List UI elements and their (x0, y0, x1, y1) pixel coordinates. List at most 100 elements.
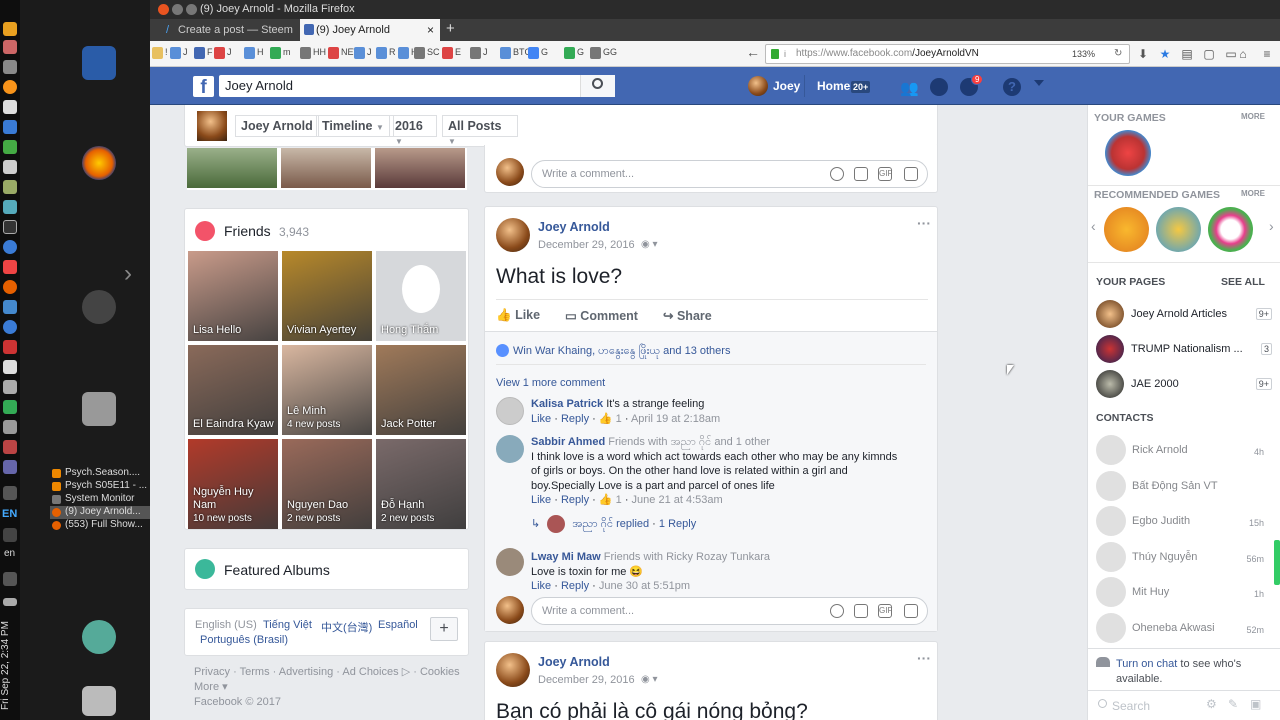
comment-input[interactable]: Write a comment... GIF (531, 597, 928, 625)
help-icon[interactable]: ? (1003, 78, 1021, 96)
language-link[interactable]: Tiếng Việt (263, 619, 312, 631)
app-icon[interactable] (3, 420, 17, 434)
bookmark-item[interactable]: J (227, 47, 232, 61)
back-button[interactable]: ← (746, 44, 760, 60)
search-input[interactable]: Joey Arnold (219, 75, 615, 97)
chevron-left-icon[interactable]: ‹ (1091, 218, 1096, 234)
view-more-comments[interactable]: View 1 more comment (496, 377, 605, 389)
friend-tile[interactable]: Hong Thắm (376, 251, 466, 341)
page-item[interactable]: Joey Arnold Articles 9+ (1096, 300, 1276, 328)
task-item[interactable]: Psych S05E11 - ... (50, 480, 150, 493)
chromium-icon[interactable] (3, 320, 17, 334)
camera-icon[interactable] (854, 167, 868, 181)
commenter-avatar[interactable] (496, 435, 524, 463)
camera-icon[interactable] (854, 604, 868, 618)
facebook-logo[interactable]: f (193, 76, 214, 98)
sticker-icon[interactable] (904, 167, 918, 181)
language-link[interactable]: 中文(台灣) (321, 619, 372, 635)
bookmark-item[interactable]: ! (165, 47, 168, 61)
chat-settings-icon[interactable]: ⚙ (1206, 697, 1217, 711)
search-button[interactable] (580, 75, 615, 97)
contact-item[interactable]: Mit Huy 1h (1096, 577, 1276, 607)
contact-item[interactable]: Thúy Nguyễn 56m (1096, 541, 1276, 572)
lang-indicator[interactable]: en (4, 548, 15, 559)
post-date[interactable]: December 29, 2016 (538, 239, 635, 251)
candy-crush-icon[interactable] (1105, 130, 1151, 176)
menu-icon[interactable]: ≡ (1260, 47, 1274, 61)
reactions-summary[interactable]: Win War Khaing, ဟနွေးနွေ ဖြိုးယု and 13 … (513, 344, 730, 360)
comment-button[interactable]: ▭ Comment (565, 308, 638, 323)
recommended-more-link[interactable]: MORE (1241, 189, 1265, 198)
post-options-icon[interactable]: ··· (917, 650, 931, 666)
app-icon[interactable] (3, 360, 17, 374)
tab-facebook[interactable]: (9) Joey Arnold × (300, 19, 440, 41)
gif-icon[interactable]: GIF (878, 167, 892, 181)
app-icon[interactable] (3, 140, 17, 154)
new-tab-button[interactable]: + (446, 20, 455, 37)
comment-author[interactable]: Lway Mi Maw (531, 551, 601, 563)
app-icon[interactable] (3, 460, 17, 474)
contact-item[interactable]: Egbo Judith 15h (1096, 506, 1276, 536)
page-item[interactable]: JAE 2000 9+ (1096, 370, 1276, 398)
zoom-level[interactable]: 133% (1072, 45, 1095, 63)
language-link[interactable]: Português (Brasil) (200, 634, 288, 646)
bookmark-star-icon[interactable]: ★ (1158, 47, 1172, 61)
app-icon[interactable] (3, 280, 17, 294)
contact-item[interactable]: Rick Arnold 4h (1096, 435, 1276, 465)
games-more-link[interactable]: MORE (1241, 112, 1265, 121)
app-icon[interactable] (3, 22, 17, 36)
game-icon[interactable] (1156, 207, 1201, 252)
app-icon[interactable] (3, 340, 17, 354)
share-button[interactable]: ↪ Share (663, 308, 712, 323)
comment-reply[interactable]: Reply (561, 413, 589, 425)
url-bar[interactable]: i https://www.facebook.com/JoeyArnoldVN … (765, 44, 1130, 64)
comment-reply[interactable]: Reply (561, 580, 589, 592)
game-icon[interactable] (1208, 207, 1253, 252)
game-icon[interactable] (1104, 207, 1149, 252)
timeline-dropdown[interactable]: Timeline ▼ (316, 115, 394, 137)
like-button[interactable]: 👍 Like (496, 308, 540, 323)
emoji-icon[interactable] (830, 604, 844, 618)
volume-icon[interactable] (3, 572, 17, 586)
ubuntu-icon[interactable] (82, 290, 116, 324)
albums-title[interactable]: Featured Albums (224, 562, 330, 578)
comment-time[interactable]: April 19 at 2:18am (631, 413, 720, 425)
friend-tile[interactable]: Vivian Ayertey (282, 251, 372, 341)
app-icon[interactable] (3, 100, 17, 114)
comment-time[interactable]: June 30 at 5:51pm (599, 580, 690, 592)
author-avatar[interactable] (496, 218, 530, 252)
post-date[interactable]: December 29, 2016 (538, 674, 635, 686)
chevron-right-icon[interactable]: › (124, 260, 132, 288)
scrollbar[interactable] (1274, 540, 1280, 585)
download-icon[interactable]: ⬇ (1136, 47, 1150, 61)
app-icon[interactable] (3, 180, 17, 194)
user-avatar[interactable] (748, 76, 768, 96)
app-icon[interactable] (3, 400, 17, 414)
document-icon[interactable] (82, 46, 116, 80)
pocket-icon[interactable]: ▢ (1202, 47, 1216, 61)
task-item[interactable]: System Monitor (50, 493, 150, 506)
app-icon[interactable] (3, 440, 17, 454)
clock[interactable]: Fri Sep 22, 2:34 PM (0, 612, 20, 720)
author-avatar[interactable] (496, 653, 530, 687)
bookmark-item[interactable]: m (283, 47, 291, 61)
friend-requests-icon[interactable]: 👥 (900, 79, 919, 97)
new-message-icon[interactable]: ✎ (1228, 697, 1238, 711)
group-chat-icon[interactable]: ▣ (1250, 697, 1261, 711)
turn-on-chat-link[interactable]: Turn on chat (1116, 658, 1177, 670)
app-icon[interactable] (3, 380, 17, 394)
friends-title[interactable]: Friends (224, 223, 271, 239)
privacy-icon[interactable]: ◉ ▾ (641, 674, 658, 685)
battery-icon[interactable] (3, 598, 17, 606)
app-icon[interactable] (3, 240, 17, 254)
bookmark-item[interactable]: E (455, 47, 461, 61)
bookmark-item[interactable]: J (367, 47, 372, 61)
friend-tile[interactable]: El Eaindra Kyaw (188, 345, 278, 435)
library-icon[interactable]: ▤ (1180, 47, 1194, 61)
profile-link[interactable]: Joey (773, 79, 800, 93)
privacy-icon[interactable]: ◉ ▾ (641, 239, 658, 250)
keyboard-layout[interactable]: EN (2, 508, 17, 520)
comment-author[interactable]: Sabbir Ahmed (531, 436, 605, 448)
account-menu-icon[interactable] (1034, 80, 1044, 86)
app-icon[interactable] (3, 120, 17, 134)
